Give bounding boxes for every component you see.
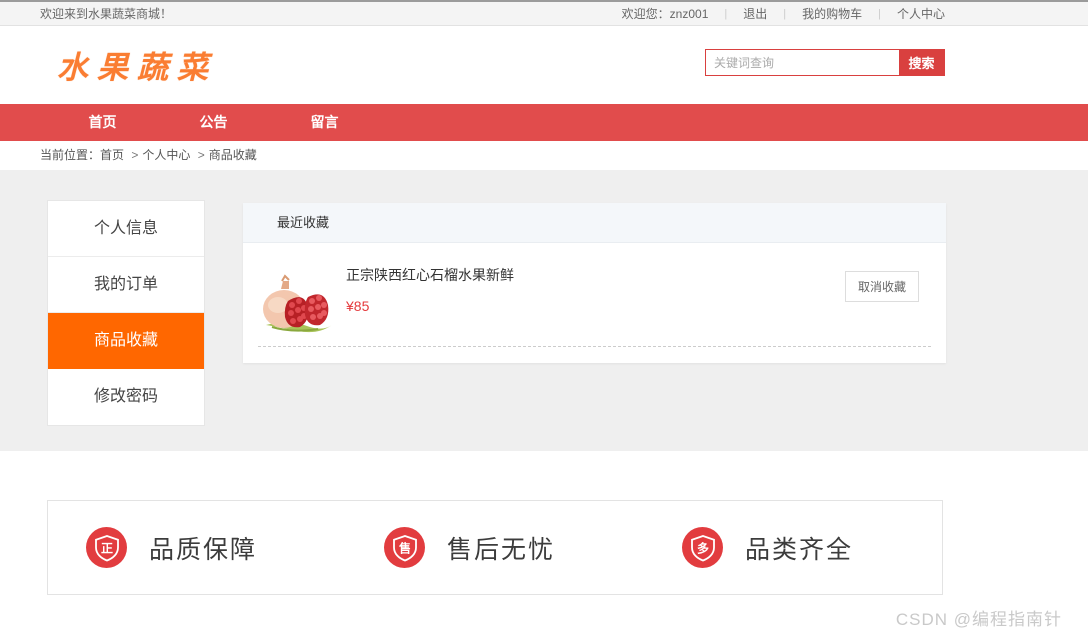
nav-item-home[interactable]: 首页 — [47, 104, 158, 141]
csdn-watermark: CSDN @编程指南针 — [895, 610, 1062, 629]
feature-aftersale: 售 售后无忧 — [346, 527, 644, 568]
product-info: 正宗陕西红心石榴水果新鲜 ¥85 — [346, 261, 514, 314]
cancel-favorite-button[interactable]: 取消收藏 — [844, 271, 919, 302]
nav-item-message[interactable]: 留言 — [269, 104, 380, 141]
logout-link[interactable]: 退出 — [743, 5, 767, 22]
panel-body: 正宗陕西红心石榴水果新鲜 ¥85 取消收藏 — [243, 243, 946, 363]
search-button[interactable]: 搜索 — [899, 50, 944, 75]
feature-aftersale-label: 售后无忧 — [447, 535, 556, 564]
svg-text:正: 正 — [100, 541, 112, 555]
search-input[interactable] — [706, 50, 899, 75]
feature-quality: 正 品质保障 — [48, 527, 346, 568]
breadcrumb-personal-center[interactable]: 个人中心 — [142, 148, 190, 162]
welcome-text: 欢迎来到水果蔬菜商城！ — [40, 7, 173, 21]
site-header: 水果蔬菜 搜索 — [0, 26, 1088, 104]
content-section: 个人信息 我的订单 商品收藏 修改密码 最近收藏 正宗陕西红心石榴水果新鲜 ¥8… — [0, 170, 1088, 451]
personal-center-link[interactable]: 个人中心 — [897, 5, 945, 22]
sidebar: 个人信息 我的订单 商品收藏 修改密码 — [47, 200, 205, 426]
shield-quality-icon: 正 — [86, 527, 127, 568]
cart-link[interactable]: 我的购物车 — [802, 5, 862, 22]
topbar: 欢迎来到水果蔬菜商城！ 欢迎您：znz001 | 退出 | 我的购物车 | 个人… — [0, 0, 1088, 26]
product-name[interactable]: 正宗陕西红心石榴水果新鲜 — [346, 265, 514, 285]
divider: | — [724, 7, 728, 20]
site-logo[interactable]: 水果蔬菜 — [57, 42, 217, 87]
user-greeting: 欢迎您：znz001 — [621, 7, 709, 21]
favorite-item-row: 正宗陕西红心石榴水果新鲜 ¥85 取消收藏 — [258, 261, 931, 341]
row-divider — [258, 346, 931, 347]
sidebar-item-my-orders[interactable]: 我的订单 — [48, 257, 204, 313]
topbar-links: 欢迎您：znz001 | 退出 | 我的购物车 | 个人中心 — [622, 5, 945, 22]
sidebar-item-change-password[interactable]: 修改密码 — [48, 369, 204, 425]
breadcrumb-label: 当前位置： — [40, 148, 101, 162]
breadcrumb: 当前位置：首页 > 个人中心 > 商品收藏 — [0, 141, 1088, 170]
product-image[interactable] — [258, 261, 338, 341]
sidebar-item-favorites[interactable]: 商品收藏 — [48, 313, 204, 369]
svg-text:多: 多 — [696, 540, 708, 555]
feature-quality-label: 品质保障 — [149, 535, 258, 564]
panel-title: 最近收藏 — [243, 203, 946, 243]
breadcrumb-favorites: 商品收藏 — [208, 148, 257, 162]
shield-variety-icon: 多 — [682, 527, 723, 568]
divider: | — [878, 7, 881, 20]
shield-aftersale-icon: 售 — [384, 527, 425, 568]
product-price: ¥85 — [346, 298, 370, 314]
divider: | — [783, 7, 787, 20]
footer-section: 正 品质保障 售 售后无忧 多 品类齐全 CSDN @编程指南针 — [0, 451, 1088, 636]
breadcrumb-home[interactable]: 首页 — [100, 148, 124, 162]
nav-item-notice[interactable]: 公告 — [158, 104, 269, 141]
feature-variety: 多 品类齐全 — [644, 527, 942, 568]
search-box: 搜索 — [705, 49, 945, 76]
favorites-panel: 最近收藏 正宗陕西红心石榴水果新鲜 ¥85 取消收藏 — [243, 203, 946, 363]
features-bar: 正 品质保障 售 售后无忧 多 品类齐全 — [47, 500, 943, 595]
main-nav: 首页 公告 留言 — [0, 104, 1088, 141]
breadcrumb-separator: > — [197, 148, 205, 162]
svg-text:售: 售 — [398, 540, 410, 555]
breadcrumb-separator: > — [131, 148, 139, 162]
sidebar-item-personal-info[interactable]: 个人信息 — [48, 201, 204, 257]
feature-variety-label: 品类齐全 — [745, 535, 854, 564]
